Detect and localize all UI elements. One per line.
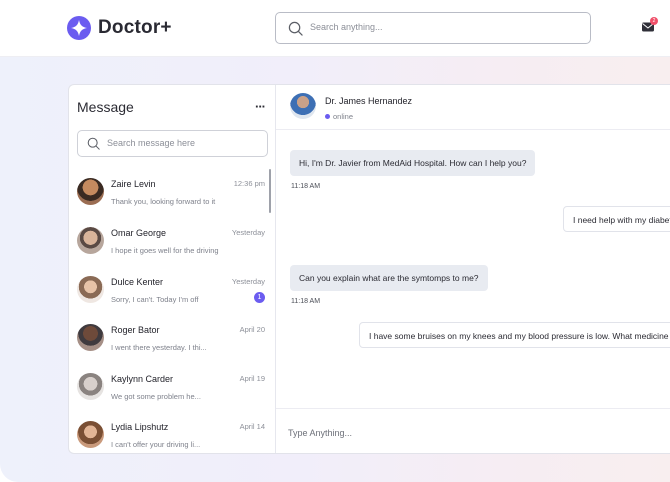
message-time: Yesterday bbox=[231, 277, 265, 286]
message-time: April 19 bbox=[239, 374, 265, 383]
global-search-input[interactable]: Search anything... bbox=[275, 12, 591, 44]
search-placeholder: Search message here bbox=[107, 138, 196, 148]
conversation-item[interactable]: Dulce Kenter Yesterday Sorry, I can't. T… bbox=[69, 271, 269, 319]
logo-icon bbox=[67, 16, 91, 40]
contact-name: Zaire Levin bbox=[111, 179, 156, 189]
contact-name: Omar George bbox=[111, 228, 167, 238]
avatar bbox=[77, 373, 104, 400]
app-logo[interactable]: Doctor+ bbox=[67, 16, 172, 40]
conversation-item[interactable]: Omar George Yesterday I hope it goes wel… bbox=[69, 222, 269, 270]
conversation-list-panel: Message ··· Search message here Zaire Le… bbox=[69, 85, 276, 453]
message-time: Yesterday bbox=[231, 228, 265, 237]
search-icon bbox=[87, 137, 100, 150]
message-composer[interactable]: Type Anything... bbox=[276, 408, 670, 453]
panel-title: Message bbox=[77, 99, 134, 115]
conversation-item[interactable]: Lydia Lipshutz April 14 I can't offer yo… bbox=[69, 416, 269, 453]
avatar bbox=[77, 324, 104, 351]
avatar bbox=[77, 178, 104, 205]
contact-name: Roger Bator bbox=[111, 325, 160, 335]
app-name: Doctor+ bbox=[98, 17, 172, 38]
contact-name: Lydia Lipshutz bbox=[111, 422, 169, 432]
message-search-input[interactable]: Search message here bbox=[77, 130, 268, 157]
status-text: online bbox=[333, 112, 354, 121]
chat-header: Dr. James Hernandez online bbox=[276, 85, 670, 130]
doctor-name: Dr. James Hernandez bbox=[325, 96, 413, 106]
incoming-message: Can you explain what are the symtomps to… bbox=[290, 265, 488, 291]
unread-badge: 1 bbox=[254, 292, 265, 303]
message-preview: Thank you, looking forward to it bbox=[111, 197, 216, 206]
message-preview: I hope it goes well for the driving bbox=[111, 246, 219, 255]
outgoing-message: I need help with my diabetes bbox=[563, 206, 670, 232]
message-preview: Sorry, I can't. Today I'm off bbox=[111, 295, 199, 304]
conversation-item[interactable]: Zaire Levin 12:36 pm Thank you, looking … bbox=[69, 173, 269, 221]
messages-card: Message ··· Search message here Zaire Le… bbox=[68, 84, 670, 454]
notification-badge: 2 bbox=[650, 17, 658, 25]
online-status: online bbox=[325, 112, 353, 121]
message-preview: We got some problem he... bbox=[111, 392, 201, 401]
outgoing-message: I have some bruises on my knees and my b… bbox=[359, 322, 670, 348]
message-timestamp: 11:18 AM bbox=[291, 298, 321, 305]
avatar bbox=[77, 227, 104, 254]
avatar bbox=[77, 276, 104, 303]
top-header: Doctor+ Search anything... 2 bbox=[0, 0, 670, 57]
avatar bbox=[77, 421, 104, 448]
doctor-avatar bbox=[290, 93, 316, 119]
search-placeholder: Search anything... bbox=[310, 22, 383, 32]
conversation-item[interactable]: Roger Bator April 20 I went there yester… bbox=[69, 319, 269, 367]
contact-name: Dulce Kenter bbox=[111, 277, 164, 287]
message-timestamp: 11:18 AM bbox=[291, 183, 321, 190]
message-preview: I can't offer your driving li... bbox=[111, 440, 201, 449]
message-preview: I went there yesterday. I thi... bbox=[111, 343, 207, 352]
message-time: 12:36 pm bbox=[233, 179, 265, 188]
message-time: April 14 bbox=[239, 422, 265, 431]
more-options-icon[interactable]: ··· bbox=[255, 99, 266, 114]
scrollbar[interactable] bbox=[269, 169, 271, 213]
contact-name: Kaylynn Carder bbox=[111, 374, 174, 384]
composer-placeholder: Type Anything... bbox=[288, 428, 353, 438]
search-icon bbox=[288, 21, 303, 36]
conversation-item[interactable]: Kaylynn Carder April 19 We got some prob… bbox=[69, 368, 269, 416]
incoming-message: Hi, I'm Dr. Javier from MedAid Hospital.… bbox=[290, 150, 536, 176]
message-time: April 20 bbox=[239, 325, 265, 334]
status-dot-icon bbox=[325, 114, 330, 119]
